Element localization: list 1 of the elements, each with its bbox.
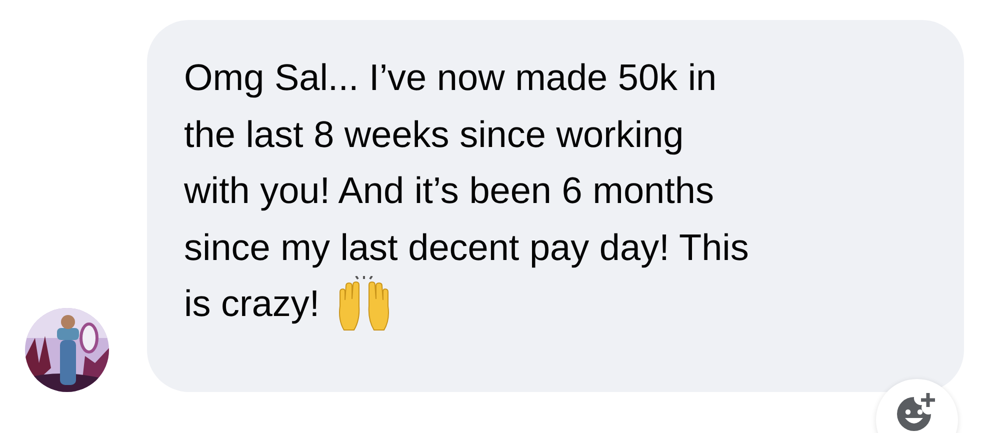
message-text: Omg Sal... I’ve now made 50k in the last 8 weeks since working with you! And it’s been 6 months since my last decent pay day! This is crazy! <box>184 50 944 332</box>
